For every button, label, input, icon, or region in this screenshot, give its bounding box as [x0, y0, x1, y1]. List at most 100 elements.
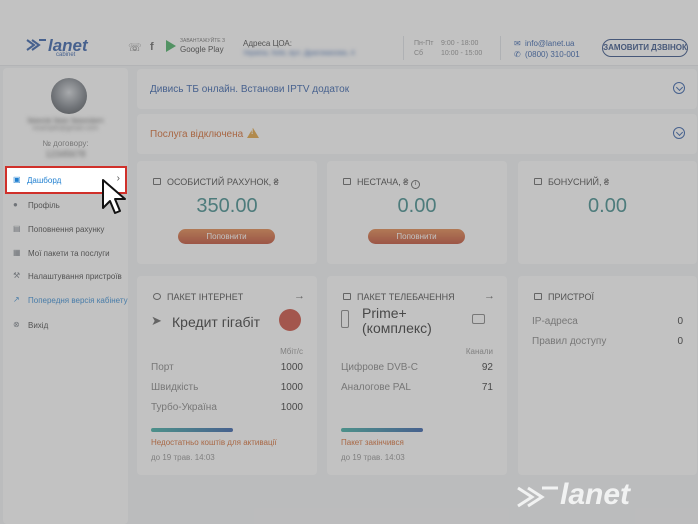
sidebar-item-topup[interactable]: ▤ Поповнення рахунку	[3, 220, 128, 240]
iptv-banner-text: Дивись ТБ онлайн. Встанови IPTV додаток	[150, 84, 350, 95]
iptv-banner[interactable]: Дивись ТБ онлайн. Встанови IPTV додаток	[137, 69, 697, 109]
mail-icon: ✉	[514, 39, 521, 48]
hours-days-2: Сб	[414, 50, 424, 57]
email-text: info@lanet.ua	[525, 39, 575, 48]
row-value: 1000	[280, 362, 303, 373]
row-key: Швидкість	[151, 382, 199, 393]
card-title: ОСОБИСТИЙ РАХУНОК, ₴	[167, 177, 279, 187]
watermark-mark-icon	[517, 486, 558, 508]
card-title: ПРИСТРОЇ	[548, 292, 594, 302]
bonus-card: БОНУСНИЙ, ₴ 0.00	[518, 161, 697, 264]
row-value: 0	[677, 316, 683, 327]
speed-badge-icon	[279, 309, 301, 331]
wrench-icon: ⚒	[13, 271, 21, 280]
viber-icon[interactable]: ☏	[128, 41, 142, 54]
header: lanet cabinet ☏ f ЗАВАНТАЖУЙТЕ З Google …	[0, 0, 698, 66]
row-value: 71	[481, 382, 493, 393]
hours-days-1: Пн-Пт	[414, 40, 434, 47]
unit-label: Канали	[465, 347, 493, 356]
sidebar-item-label: Налаштування пристроїв	[28, 272, 122, 281]
email-link[interactable]: ✉ info@lanet.ua	[514, 39, 575, 48]
arrow-right-icon[interactable]: →	[484, 290, 495, 302]
row-value: 92	[481, 362, 493, 373]
wallet-icon	[534, 178, 542, 185]
tv-package-name-line2: (комплекс)	[362, 320, 432, 336]
callback-button[interactable]: ЗАМОВИТИ ДЗВІНОК	[602, 39, 688, 57]
phone-link[interactable]: ✆ (0800) 310-001	[514, 50, 580, 59]
unit-label: Мбіт/с	[280, 347, 303, 356]
google-play-badge[interactable]: ЗАВАНТАЖУЙТЕ З Google Play	[166, 38, 225, 56]
sidebar-item-logout[interactable]: ⊗ Вихід	[3, 316, 128, 336]
status-text: Пакет закінчився	[341, 438, 404, 447]
row-key: Цифрове DVB-C	[341, 362, 418, 373]
card-title: НЕСТАЧА, ₴ i	[357, 177, 421, 189]
user-name: Іванов Іван Іванович	[27, 116, 104, 125]
globe-icon	[153, 293, 161, 300]
sidebar-item-label: Дашборд	[27, 176, 62, 185]
status-text: Недостатньо коштів для активації	[151, 438, 277, 447]
row-value: 1000	[280, 382, 303, 393]
list-item: Порт 1000	[151, 362, 303, 376]
tv-box-icon	[472, 314, 485, 324]
sidebar-item-devices[interactable]: ⚒ Налаштування пристроїв	[3, 267, 128, 287]
logo-sub: cabinet	[56, 52, 76, 58]
devices-card: ПРИСТРОЇ IP-адреса 0 Правил доступу 0	[518, 276, 697, 475]
divider	[500, 36, 501, 60]
facebook-icon[interactable]: f	[150, 41, 154, 53]
sidebar-item-label: Вихід	[28, 321, 49, 330]
tv-package-name-line1: Prime+	[362, 305, 407, 321]
service-disabled-banner[interactable]: Послуга відключена	[137, 114, 697, 154]
sidebar-item-label: Мої пакети та послуги	[28, 249, 110, 258]
wallet-icon	[343, 178, 351, 185]
sidebar-item-old-version[interactable]: ↗ Попередня версія кабінету	[3, 291, 128, 311]
row-key: Порт	[151, 362, 174, 373]
progress-bar	[151, 428, 233, 432]
service-disabled-text: Послуга відключена	[150, 129, 244, 140]
topup-button[interactable]: Поповнити	[368, 229, 465, 244]
row-value: 1000	[280, 402, 303, 413]
google-play-icon	[166, 40, 176, 52]
logout-icon: ⊗	[13, 320, 20, 329]
hours-time-2: 10:00 - 15:00	[441, 50, 483, 57]
row-key: IP-адреса	[532, 316, 578, 327]
sidebar-item-label: Поповнення рахунку	[28, 225, 105, 234]
contract-value: 12345678	[45, 149, 86, 159]
watermark-text: lanet	[560, 478, 631, 511]
dashboard-icon: ▣	[13, 175, 21, 184]
status-date: до 19 трав. 14:03	[341, 453, 405, 462]
list-item: Цифрове DVB-C 92	[341, 362, 493, 376]
card-title: ПАКЕТ ІНТЕРНЕТ	[167, 292, 244, 302]
arrow-right-icon[interactable]: →	[294, 290, 305, 302]
address-value[interactable]: Україна, Київ, вул. Драгоманова, 4	[243, 50, 355, 57]
avatar[interactable]	[51, 78, 87, 114]
status-date: до 19 трав. 14:03	[151, 453, 215, 462]
warning-icon	[247, 128, 259, 138]
wallet-icon: ▤	[13, 224, 21, 233]
sidebar-item-label: Попередня версія кабінету	[28, 296, 128, 305]
personal-account-card: ОСОБИСТИЙ РАХУНОК, ₴ 350.00 Поповнити	[137, 161, 317, 264]
lanet-logo[interactable]: lanet cabinet	[26, 36, 114, 60]
divider	[403, 36, 404, 60]
topup-button[interactable]: Поповнити	[178, 229, 275, 244]
personal-balance: 350.00	[196, 195, 258, 217]
internet-package-card[interactable]: ПАКЕТ ІНТЕРНЕТ → ➤ Кредит гігабіт Мбіт/с…	[137, 276, 317, 475]
chevron-down-icon[interactable]	[673, 82, 685, 94]
chevron-down-icon[interactable]	[673, 127, 685, 139]
contract-label: № договору:	[42, 139, 89, 148]
tv-package-card[interactable]: ПАКЕТ ТЕЛЕБАЧЕННЯ → Prime+ (комплекс) Ка…	[327, 276, 507, 475]
device-icon	[534, 293, 542, 300]
sidebar-item-packages[interactable]: ▦ Мої пакети та послуги	[3, 244, 128, 264]
info-icon[interactable]: i	[411, 180, 421, 189]
phone-icon: ✆	[514, 50, 521, 59]
external-link-icon: ↗	[13, 295, 20, 304]
mouse-cursor-icon	[102, 179, 126, 214]
sidebar-item-label: Профіль	[28, 201, 60, 210]
progress-bar	[341, 428, 423, 432]
wallet-icon	[153, 178, 161, 185]
user-icon: ●	[13, 200, 18, 209]
logo-mark-icon	[26, 39, 46, 51]
list-item: Аналогове PAL 71	[341, 382, 493, 396]
gplay-big-label: Google Play	[180, 45, 224, 54]
remote-icon	[341, 310, 349, 328]
row-key: Турбо-Україна	[151, 402, 217, 413]
